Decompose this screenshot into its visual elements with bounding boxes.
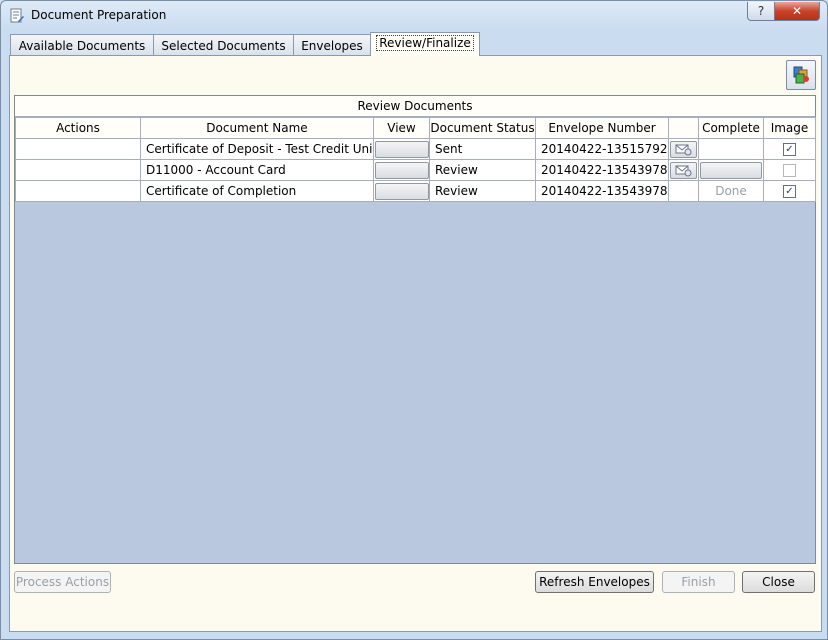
title-bar: Document Preparation ? ✕ bbox=[1, 1, 827, 31]
column-header-actions[interactable]: Actions bbox=[15, 117, 141, 139]
complete-cell bbox=[698, 159, 764, 181]
document-edit-icon bbox=[10, 8, 24, 23]
column-header-envelope-action[interactable] bbox=[668, 117, 699, 139]
image-cell: ✓ bbox=[763, 138, 816, 160]
finish-button: Finish bbox=[662, 571, 735, 593]
review-documents-title: Review Documents bbox=[357, 99, 473, 113]
refresh-envelopes-button[interactable]: Refresh Envelopes bbox=[535, 571, 654, 593]
tab-selected-documents[interactable]: Selected Documents bbox=[153, 34, 294, 55]
view-button[interactable] bbox=[374, 182, 429, 200]
column-header-envelope-number[interactable]: Envelope Number bbox=[535, 117, 669, 139]
documents-action-button[interactable] bbox=[786, 60, 816, 90]
envelope-icon bbox=[675, 144, 692, 155]
complete-cell bbox=[698, 138, 764, 160]
tab-envelopes[interactable]: Envelopes bbox=[293, 34, 371, 55]
column-header-complete[interactable]: Complete bbox=[698, 117, 764, 139]
close-button[interactable]: Close bbox=[742, 571, 815, 593]
table-row[interactable]: D11000 - Account Card Review 20140422-13… bbox=[15, 159, 816, 181]
documents-table: Actions Document Name View Document Stat… bbox=[15, 117, 816, 202]
complete-status-done: Done bbox=[698, 180, 764, 202]
complete-button[interactable] bbox=[700, 161, 762, 179]
document-status-cell: Review bbox=[429, 180, 536, 202]
process-actions-button: Process Actions bbox=[14, 571, 111, 593]
actions-cell[interactable] bbox=[15, 138, 141, 160]
envelope-number-cell: 20140422-135157920 bbox=[535, 138, 669, 160]
document-status-cell: Review bbox=[429, 159, 536, 181]
envelope-button[interactable] bbox=[670, 140, 697, 158]
column-header-document-name[interactable]: Document Name bbox=[140, 117, 374, 139]
image-checkbox[interactable]: ✓ bbox=[783, 184, 796, 198]
image-cell bbox=[763, 159, 816, 181]
tab-review-finalize-label: Review/Finalize bbox=[376, 35, 474, 51]
envelope-action-cell bbox=[668, 138, 699, 160]
actions-cell[interactable] bbox=[15, 159, 141, 181]
document-name-cell: Certificate of Deposit - Test Credit Uni… bbox=[140, 138, 374, 160]
tab-available-documents[interactable]: Available Documents bbox=[10, 34, 154, 55]
image-checkbox bbox=[783, 163, 796, 177]
review-finalize-panel: Review Documents Actions Document Name V… bbox=[9, 55, 822, 632]
view-cell bbox=[373, 180, 430, 202]
column-header-document-status[interactable]: Document Status bbox=[429, 117, 536, 139]
view-button[interactable] bbox=[374, 140, 429, 158]
table-row[interactable]: Certificate of Completion Review 2014042… bbox=[15, 180, 816, 202]
tab-review-finalize[interactable]: Review/Finalize bbox=[370, 32, 480, 56]
envelope-icon bbox=[675, 165, 692, 176]
image-cell: ✓ bbox=[763, 180, 816, 202]
document-name-cell: D11000 - Account Card bbox=[140, 159, 374, 181]
envelope-action-cell bbox=[668, 180, 699, 202]
grid-group-header: Review Documents bbox=[15, 96, 815, 117]
table-row[interactable]: Certificate of Deposit - Test Credit Uni… bbox=[15, 138, 816, 160]
window-title: Document Preparation bbox=[31, 8, 167, 22]
column-header-view[interactable]: View bbox=[373, 117, 430, 139]
view-cell bbox=[373, 138, 430, 160]
envelope-action-cell bbox=[668, 159, 699, 181]
column-header-image[interactable]: Image bbox=[763, 117, 816, 139]
view-cell bbox=[373, 159, 430, 181]
document-preparation-window: Document Preparation ? ✕ Available Docum… bbox=[0, 0, 828, 640]
colored-documents-icon bbox=[793, 66, 809, 84]
document-status-cell: Sent bbox=[429, 138, 536, 160]
table-header-row: Actions Document Name View Document Stat… bbox=[15, 117, 816, 139]
envelope-number-cell: 20140422-135439785 bbox=[535, 159, 669, 181]
document-name-cell: Certificate of Completion bbox=[140, 180, 374, 202]
actions-cell[interactable] bbox=[15, 180, 141, 202]
view-button[interactable] bbox=[374, 161, 429, 179]
close-window-button[interactable]: ✕ bbox=[774, 2, 820, 21]
image-checkbox[interactable]: ✓ bbox=[783, 142, 796, 156]
envelope-button[interactable] bbox=[670, 161, 697, 179]
help-button[interactable]: ? bbox=[747, 2, 775, 21]
envelope-number-cell: 20140422-135439785 bbox=[535, 180, 669, 202]
review-documents-grid: Review Documents Actions Document Name V… bbox=[14, 95, 816, 564]
